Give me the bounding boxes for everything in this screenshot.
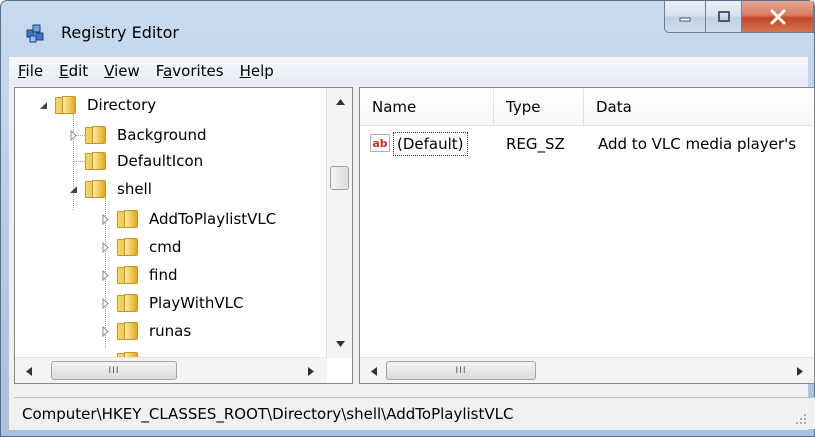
menu-file-mnemonic: F bbox=[18, 62, 26, 80]
tree-item-label: DefaultIcon bbox=[117, 152, 204, 170]
scroll-thumb[interactable] bbox=[330, 166, 349, 190]
scroll-thumb[interactable]: III bbox=[386, 361, 536, 380]
menu-edit[interactable]: Edit bbox=[52, 62, 95, 80]
folder-icon bbox=[117, 209, 139, 229]
collapsed-arrow-icon[interactable] bbox=[99, 241, 111, 253]
tree-item-label: find bbox=[149, 266, 178, 284]
menu-view[interactable]: View bbox=[97, 62, 147, 80]
tree-item-label: PlayWithVLC bbox=[149, 294, 244, 312]
scroll-left-icon bbox=[371, 366, 377, 376]
collapsed-arrow-icon[interactable] bbox=[99, 297, 111, 309]
caption-buttons bbox=[664, 1, 814, 33]
scroll-up-button[interactable] bbox=[330, 92, 350, 112]
string-value-icon: ab bbox=[370, 134, 390, 152]
scroll-left-button[interactable] bbox=[19, 361, 39, 381]
expanded-arrow-icon[interactable] bbox=[67, 183, 79, 195]
expanded-arrow-icon[interactable] bbox=[37, 99, 49, 111]
scroll-grip: III bbox=[455, 365, 467, 376]
value-data: Add to VLC media player's bbox=[598, 135, 797, 153]
menu-help[interactable]: Help bbox=[233, 62, 281, 80]
menu-file[interactable]: File bbox=[11, 62, 50, 80]
minimize-icon bbox=[679, 17, 691, 21]
title-bar[interactable]: Registry Editor bbox=[1, 1, 814, 57]
value-name: (Default) bbox=[393, 132, 468, 156]
tree-item-shell[interactable]: shell bbox=[67, 176, 152, 202]
folder-icon bbox=[85, 151, 107, 171]
menu-favorites-prefix: F bbox=[155, 62, 164, 80]
list-horizontal-scrollbar[interactable]: III bbox=[360, 357, 814, 383]
scroll-right-button[interactable] bbox=[790, 361, 810, 381]
scroll-right-icon bbox=[797, 366, 803, 376]
maximize-icon bbox=[717, 10, 730, 22]
menu-edit-mnemonic: E bbox=[59, 62, 69, 80]
menu-view-label: iew bbox=[114, 62, 140, 80]
menu-edit-label: dit bbox=[68, 62, 89, 80]
tree-item-playwithvlc[interactable]: PlayWithVLC bbox=[99, 290, 243, 316]
tree-item-addtoplaylistvlc[interactable]: AddToPlaylistVLC bbox=[99, 206, 276, 232]
tree-item-runas[interactable]: runas bbox=[99, 318, 191, 344]
scroll-down-button[interactable] bbox=[330, 334, 350, 354]
status-path: Computer\HKEY_CLASSES_ROOT\Directory\she… bbox=[22, 404, 514, 423]
tree-item-directory[interactable]: Directory bbox=[37, 92, 156, 118]
registry-values-pane[interactable]: Name Type Data ab (Default) REG_SZ Add t… bbox=[359, 87, 815, 384]
scroll-up-icon bbox=[335, 99, 345, 105]
close-icon bbox=[770, 9, 785, 24]
tree-item-background[interactable]: Background bbox=[67, 122, 207, 148]
menu-favorites-mnemonic: a bbox=[163, 62, 173, 80]
scroll-left-icon bbox=[26, 366, 32, 376]
collapsed-arrow-icon[interactable] bbox=[99, 213, 111, 225]
folder-icon bbox=[117, 237, 139, 257]
menu-view-mnemonic: V bbox=[104, 62, 115, 80]
scroll-down-icon bbox=[335, 341, 345, 347]
folder-icon bbox=[117, 321, 139, 341]
registry-tree-pane[interactable]: Directory Background DefaultIcon shell A… bbox=[14, 87, 353, 384]
size-grip-icon[interactable] bbox=[795, 413, 807, 425]
registry-value-row[interactable]: ab (Default) REG_SZ Add to VLC media pla… bbox=[360, 130, 814, 158]
menu-bar: File Edit View Favorites Help bbox=[9, 57, 808, 85]
tree-item-label: AddToPlaylistVLC bbox=[149, 210, 277, 228]
collapsed-arrow-icon[interactable] bbox=[67, 129, 79, 141]
tree-vertical-scrollbar[interactable] bbox=[326, 88, 352, 358]
column-header-type[interactable]: Type bbox=[494, 88, 584, 126]
window-title: Registry Editor bbox=[61, 23, 179, 42]
folder-icon bbox=[117, 293, 139, 313]
menu-help-mnemonic: H bbox=[239, 62, 251, 80]
close-button[interactable] bbox=[742, 1, 814, 33]
scroll-left-button[interactable] bbox=[364, 361, 384, 381]
tree-item-label: cmd bbox=[149, 238, 182, 256]
folder-icon bbox=[117, 265, 139, 285]
tree-item-cmd[interactable]: cmd bbox=[99, 234, 181, 260]
status-bar: Computer\HKEY_CLASSES_ROOT\Directory\she… bbox=[14, 397, 815, 429]
folder-icon bbox=[85, 125, 107, 145]
folder-icon bbox=[85, 179, 107, 199]
tree-item-label: shell bbox=[117, 180, 152, 198]
tree-item-find[interactable]: find bbox=[99, 262, 177, 288]
collapsed-arrow-icon[interactable] bbox=[99, 325, 111, 337]
scroll-grip: III bbox=[108, 365, 120, 376]
maximize-button[interactable] bbox=[706, 1, 742, 33]
tree-item-label: Background bbox=[117, 126, 207, 144]
registry-tree[interactable]: Directory Background DefaultIcon shell A… bbox=[15, 88, 327, 358]
scroll-right-icon bbox=[308, 366, 314, 376]
tree-item-defaulticon[interactable]: DefaultIcon bbox=[67, 148, 203, 174]
tree-item-label: runas bbox=[149, 322, 192, 340]
menu-help-label: elp bbox=[250, 62, 274, 80]
value-type: REG_SZ bbox=[506, 135, 565, 153]
tree-item-label: Directory bbox=[87, 96, 157, 114]
column-header-name[interactable]: Name bbox=[360, 88, 494, 126]
column-header-data[interactable]: Data bbox=[584, 88, 814, 126]
scroll-thumb[interactable]: III bbox=[51, 361, 177, 380]
scroll-right-button[interactable] bbox=[301, 361, 321, 381]
tree-horizontal-scrollbar[interactable]: III bbox=[15, 357, 327, 383]
menu-file-label: ile bbox=[25, 62, 44, 80]
collapsed-arrow-icon[interactable] bbox=[99, 269, 111, 281]
registry-editor-icon bbox=[26, 24, 44, 43]
menu-favorites[interactable]: Favorites bbox=[149, 62, 231, 80]
folder-icon bbox=[55, 95, 77, 115]
menu-favorites-label: vorites bbox=[172, 62, 224, 80]
minimize-button[interactable] bbox=[664, 1, 706, 33]
list-header: Name Type Data bbox=[360, 88, 814, 126]
